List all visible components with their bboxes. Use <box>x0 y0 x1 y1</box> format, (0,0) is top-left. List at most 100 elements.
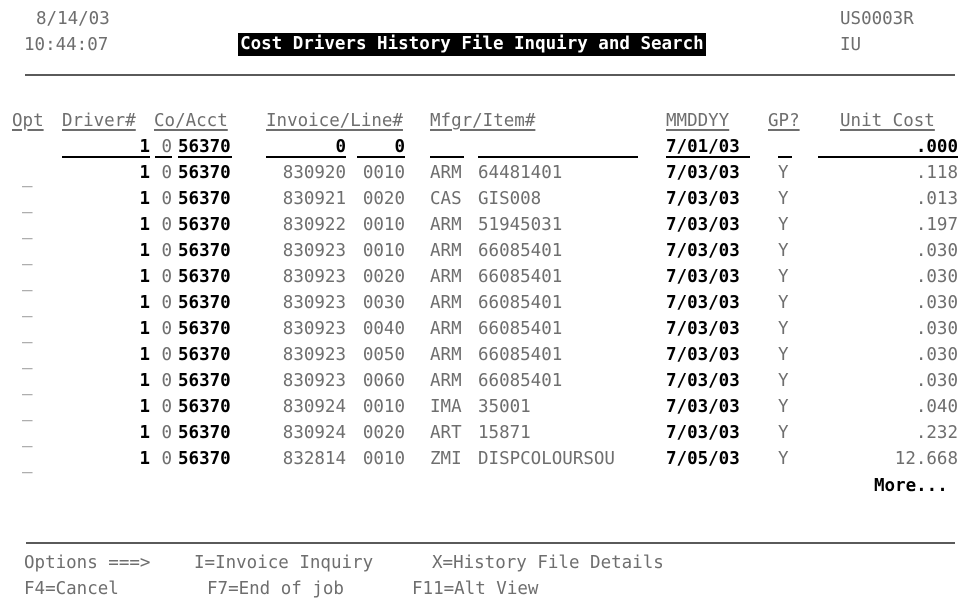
cell-co: 0 <box>161 267 172 287</box>
cell-line: 0010 <box>362 163 405 183</box>
cell-mfgr: ZMI <box>430 449 462 469</box>
cell-invoice: 830923 <box>282 267 346 287</box>
cell-unit-cost: .030 <box>915 319 958 339</box>
column-header-invoice-line: Invoice/Line# <box>266 111 403 131</box>
cell-unit-cost: .030 <box>915 371 958 391</box>
function-key-f11-alt-view[interactable]: F11=Alt View <box>412 576 538 602</box>
column-header-mfgr-item: Mfgr/Item# <box>430 111 536 131</box>
cell-mmddyy: 7/03/03 <box>666 371 740 391</box>
screen-title-text: Cost Drivers History File Inquiry and Se… <box>238 33 706 56</box>
cell-mfgr: ARM <box>430 163 462 183</box>
cell-line: 0020 <box>362 267 405 287</box>
option-input[interactable]: _ <box>22 451 33 477</box>
cell-unit-cost: .232 <box>915 423 958 443</box>
cell-invoice: 830923 <box>282 345 346 365</box>
cell-driver: 1 <box>139 215 150 235</box>
column-header-opt: Opt <box>12 111 44 131</box>
search-acct-input[interactable]: 56370 <box>178 134 232 158</box>
search-driver-input[interactable]: 1 <box>62 134 150 158</box>
cell-mmddyy: 7/03/03 <box>666 423 740 443</box>
cell-mfgr: ARM <box>430 371 462 391</box>
cell-gp: Y <box>778 423 789 443</box>
cell-co: 0 <box>161 319 172 339</box>
more-indicator[interactable]: More... <box>874 473 948 499</box>
search-item-input[interactable] <box>478 134 638 158</box>
cell-co: 0 <box>161 215 172 235</box>
column-header-co-acct: Co/Acct <box>154 111 228 131</box>
cell-acct: 56370 <box>178 215 231 235</box>
cell-acct: 56370 <box>178 345 231 365</box>
cell-gp: Y <box>778 371 789 391</box>
footer-divider <box>26 542 955 544</box>
table-row: _ 1 0 56370 830923 0030 ARM 66085401 7/03/03 Y .03… <box>0 290 978 318</box>
cell-acct: 56370 <box>178 449 231 469</box>
cell-acct: 56370 <box>178 241 231 261</box>
cell-driver: 1 <box>139 163 150 183</box>
program-id: US0003R <box>840 9 914 29</box>
table-row: _ 1 0 56370 830924 0020 ART 15871 7/03/03 Y .232 <box>0 420 978 448</box>
cell-invoice: 830923 <box>282 371 346 391</box>
cell-driver: 1 <box>139 449 150 469</box>
cell-unit-cost: 12.668 <box>894 449 958 469</box>
cell-mfgr: ARM <box>430 345 462 365</box>
cell-acct: 56370 <box>178 397 231 417</box>
search-mmddyy-input[interactable]: 7/01/03 <box>666 134 750 158</box>
search-unit-cost-input[interactable]: .000 <box>818 134 958 158</box>
cell-gp: Y <box>778 189 789 209</box>
cell-unit-cost: .118 <box>915 163 958 183</box>
cell-unit-cost: .030 <box>915 267 958 287</box>
cell-invoice: 830923 <box>282 319 346 339</box>
cell-co: 0 <box>161 189 172 209</box>
cell-gp: Y <box>778 345 789 365</box>
table-row: _ 1 0 56370 830923 0050 ARM 66085401 7/03/03 Y .03… <box>0 342 978 370</box>
function-key-f7-end-of-job[interactable]: F7=End of job <box>207 576 344 602</box>
cell-item: 66085401 <box>478 371 563 391</box>
cell-item: 35001 <box>478 397 531 417</box>
cell-mfgr: ARM <box>430 319 462 339</box>
cell-co: 0 <box>161 423 172 443</box>
cell-item: 64481401 <box>478 163 563 183</box>
cell-driver: 1 <box>139 371 150 391</box>
search-invoice-input[interactable]: 0 <box>266 134 346 158</box>
cell-gp: Y <box>778 293 789 313</box>
screen-mode: IU <box>840 35 862 55</box>
cell-mmddyy: 7/03/03 <box>666 397 740 417</box>
cell-mfgr: ART <box>430 423 462 443</box>
cell-item: 66085401 <box>478 345 563 365</box>
cell-co: 0 <box>161 449 172 469</box>
cell-invoice: 830924 <box>282 423 346 443</box>
header-divider <box>25 74 955 76</box>
cell-item: 66085401 <box>478 293 563 313</box>
cell-mmddyy: 7/03/03 <box>666 241 740 261</box>
cell-line: 0020 <box>362 189 405 209</box>
cell-unit-cost: .040 <box>915 397 958 417</box>
cell-gp: Y <box>778 319 789 339</box>
cell-gp: Y <box>778 449 789 469</box>
cell-gp: Y <box>778 397 789 417</box>
cell-invoice: 830922 <box>282 215 346 235</box>
cell-line: 0010 <box>362 215 405 235</box>
cell-acct: 56370 <box>178 189 231 209</box>
cell-co: 0 <box>161 371 172 391</box>
cell-mmddyy: 7/03/03 <box>666 163 740 183</box>
cell-driver: 1 <box>139 423 150 443</box>
cell-item: 51945031 <box>478 215 563 235</box>
cell-mfgr: CAS <box>430 189 462 209</box>
cell-line: 0010 <box>362 397 405 417</box>
function-key-f4-cancel[interactable]: F4=Cancel <box>24 576 119 602</box>
search-co-input[interactable]: 0 <box>155 134 172 158</box>
column-header-driver: Driver# <box>62 111 136 131</box>
cell-item: 66085401 <box>478 319 563 339</box>
cell-acct: 56370 <box>178 371 231 391</box>
cell-driver: 1 <box>139 345 150 365</box>
header-date: 8/14/03 <box>36 9 110 29</box>
cell-mmddyy: 7/03/03 <box>666 215 740 235</box>
search-mfgr-input[interactable] <box>430 134 464 158</box>
cell-invoice: 830920 <box>282 163 346 183</box>
search-line-input[interactable]: 0 <box>357 134 405 158</box>
table-row: _ 1 0 56370 830923 0060 ARM 66085401 7/03/03 Y .03… <box>0 368 978 396</box>
cell-line: 0040 <box>362 319 405 339</box>
search-gp-input[interactable] <box>778 134 792 158</box>
cell-item: 15871 <box>478 423 531 443</box>
cell-invoice: 830921 <box>282 189 346 209</box>
